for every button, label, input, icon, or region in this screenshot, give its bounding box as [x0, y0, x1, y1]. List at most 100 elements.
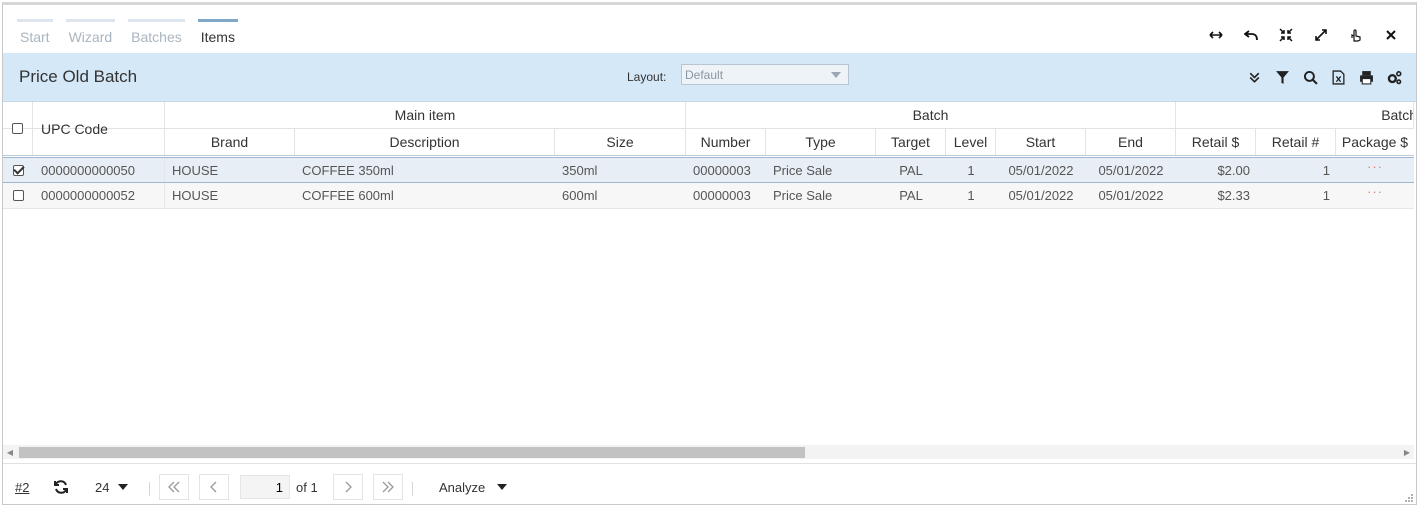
cell-brand: HOUSE: [172, 162, 219, 178]
data-grid: Main item Batch Batch UPC Code Brand Des…: [3, 102, 1414, 447]
group-header-row: Main item Batch Batch: [3, 102, 1414, 129]
tab-label: Wizard: [68, 29, 113, 45]
header-retail-qty[interactable]: Retail #: [1256, 129, 1336, 155]
cell-type: Price Sale: [773, 188, 833, 203]
excel-export-icon[interactable]: [1324, 66, 1352, 88]
last-page-button[interactable]: [373, 474, 403, 500]
toolbar: Price Old Batch Layout: Default: [3, 53, 1416, 102]
row-checkbox-cell: [3, 183, 33, 208]
filter-icon[interactable]: [1268, 66, 1296, 88]
refresh-icon[interactable]: [51, 474, 71, 500]
settings-icon[interactable]: [1380, 66, 1408, 88]
header-package-price[interactable]: Package $: [1336, 129, 1414, 155]
cell-number: 00000003: [693, 188, 751, 203]
next-page-button[interactable]: [333, 474, 363, 500]
collapse-icon[interactable]: [1240, 66, 1268, 88]
layout-label: Layout:: [627, 70, 667, 84]
more-dots-icon[interactable]: ···: [1367, 159, 1383, 174]
header-target[interactable]: Target: [876, 129, 946, 155]
more-dots-icon[interactable]: ···: [1367, 184, 1383, 199]
row-checkbox-cell: [3, 158, 33, 182]
scrollbar-thumb[interactable]: [19, 447, 805, 458]
pager: #2 24 of 1 Analyze: [3, 463, 1416, 504]
resize-grip-icon[interactable]: [1404, 492, 1414, 504]
page-size-value: 24: [95, 479, 110, 495]
group-header-batch-2: Batch: [1176, 102, 1414, 128]
tab-label: Batches: [131, 29, 182, 45]
first-page-button[interactable]: [159, 474, 189, 500]
cell-size: 600ml: [562, 188, 598, 203]
toolbar-tools: [1240, 66, 1408, 88]
tab-start[interactable]: Start: [17, 19, 53, 55]
group-header-batch-2-label: Batch: [1381, 107, 1414, 123]
header-brand[interactable]: Brand: [165, 129, 295, 155]
tab-label: Start: [20, 29, 50, 45]
cell-level: 1: [967, 162, 975, 178]
table-row[interactable]: 0000000000052 HOUSE COFFEE 600ml 600ml 0…: [3, 183, 1414, 209]
close-icon[interactable]: [1373, 23, 1408, 47]
cell-description: COFFEE 600ml: [302, 188, 394, 203]
cell-package-price[interactable]: ···: [1336, 183, 1414, 208]
scroll-right-icon[interactable]: ▶: [1400, 445, 1414, 459]
table-row[interactable]: 0000000000050 HOUSE COFFEE 350ml 350ml 0…: [3, 157, 1414, 183]
layout-select[interactable]: Default: [681, 64, 849, 85]
header-size[interactable]: Size: [555, 129, 686, 155]
cell-retail-price: $2.33: [1217, 188, 1250, 203]
divider: [412, 482, 413, 496]
cell-end: 05/01/2022: [1098, 162, 1164, 178]
cell-package-price[interactable]: ···: [1336, 158, 1414, 182]
cell-start: 05/01/2022: [1008, 188, 1074, 203]
group-header-main-item: Main item: [165, 102, 686, 128]
page-size-select[interactable]: 24: [95, 474, 129, 500]
header-level[interactable]: Level: [946, 129, 996, 155]
horizontal-scrollbar[interactable]: ◀ ▶: [3, 445, 1414, 459]
group-header-batch: Batch: [686, 102, 1176, 128]
tab-bar: Start Wizard Batches Items: [17, 19, 251, 55]
expand-icon[interactable]: [1303, 23, 1338, 47]
layout-select-value: Default: [685, 68, 724, 82]
prev-page-button[interactable]: [199, 474, 229, 500]
cell-end: 05/01/2022: [1098, 188, 1164, 203]
shrink-icon[interactable]: [1268, 23, 1303, 47]
chevron-down-icon: [118, 484, 129, 490]
cell-upc: 0000000000052: [33, 183, 165, 208]
header-description[interactable]: Description: [295, 129, 555, 155]
cell-retail-qty: 1: [1322, 188, 1330, 203]
row-checkbox[interactable]: [12, 190, 24, 201]
cell-target: PAL: [899, 162, 923, 178]
cell-brand: HOUSE: [172, 188, 219, 203]
print-icon[interactable]: [1352, 66, 1380, 88]
cell-number: 00000003: [693, 162, 751, 178]
header-end[interactable]: End: [1086, 129, 1176, 155]
scroll-left-icon[interactable]: ◀: [3, 445, 17, 459]
tab-items[interactable]: Items: [197, 19, 239, 55]
header-start[interactable]: Start: [996, 129, 1086, 155]
horizontal-resize-icon[interactable]: [1198, 23, 1233, 47]
window-tools: [1198, 23, 1408, 47]
tab-batches[interactable]: Batches: [128, 19, 185, 55]
divider: [149, 482, 150, 496]
cell-retail-price: $2.00: [1217, 162, 1250, 178]
window: Start Wizard Batches Items Price Old Bat…: [2, 2, 1417, 505]
tab-wizard[interactable]: Wizard: [65, 19, 116, 55]
analyze-label: Analyze: [439, 479, 486, 495]
header-number[interactable]: Number: [686, 129, 766, 155]
page-number-input[interactable]: [240, 475, 290, 499]
column-header-row: Brand Description Size Number Type Targe…: [3, 129, 1414, 156]
cell-description: COFFEE 350ml: [302, 162, 394, 178]
page-title: Price Old Batch: [19, 67, 138, 86]
chevron-down-icon: [828, 69, 844, 81]
cell-type: Price Sale: [773, 162, 833, 178]
row-checkbox[interactable]: [12, 164, 24, 176]
cell-upc: 0000000000050: [33, 158, 165, 182]
undo-icon[interactable]: [1233, 23, 1268, 47]
header-type[interactable]: Type: [766, 129, 876, 155]
header-retail-price[interactable]: Retail $: [1176, 129, 1256, 155]
page-count-label: of 1: [296, 479, 318, 495]
pointer-icon[interactable]: [1338, 23, 1373, 47]
record-ref-link[interactable]: #2: [15, 480, 29, 495]
analyze-dropdown[interactable]: Analyze: [439, 474, 508, 500]
cell-target: PAL: [899, 188, 923, 203]
search-icon[interactable]: [1296, 66, 1324, 88]
chevron-down-icon: [497, 484, 508, 490]
